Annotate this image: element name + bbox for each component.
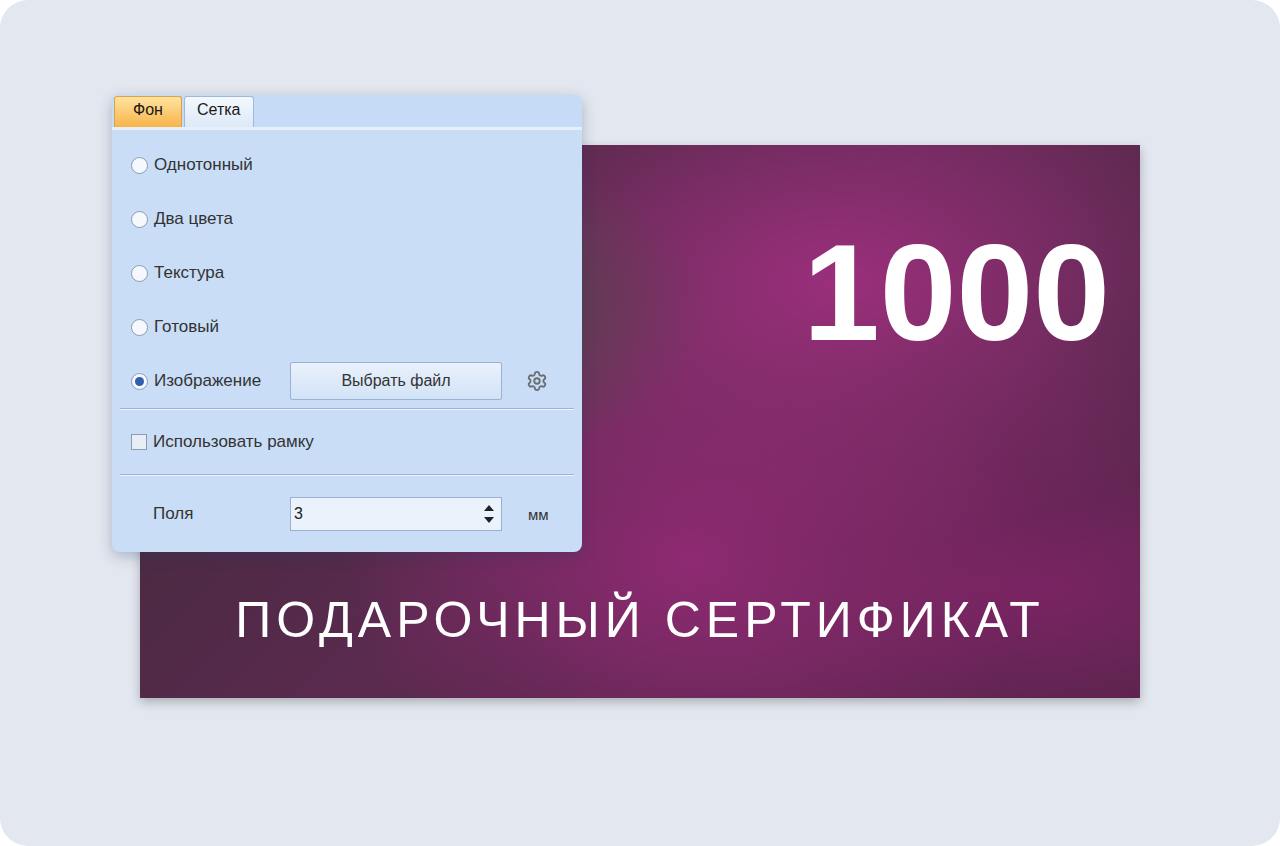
margin-unit: мм <box>528 506 549 523</box>
background-option[interactable]: Изображение Выбрать файл <box>120 354 574 408</box>
option-label: Готовый <box>154 317 219 337</box>
radio-button[interactable] <box>131 157 148 174</box>
certificate-amount: 1000 <box>803 223 1110 361</box>
margin-input[interactable]: 3 <box>290 497 502 531</box>
background-option[interactable]: Текстура <box>120 246 574 300</box>
background-panel: ФонСетка Однотонный Два цвета Текстура Готов… <box>112 95 582 552</box>
frame-checkbox-row[interactable]: Использовать рамку <box>120 410 574 474</box>
background-option[interactable]: Готовый <box>120 300 574 354</box>
spinner-arrows-icon[interactable] <box>483 502 495 526</box>
settings-button[interactable] <box>526 370 548 392</box>
background-option[interactable]: Два цвета <box>120 192 574 246</box>
option-label: Изображение <box>154 371 266 391</box>
checkbox[interactable] <box>131 434 147 450</box>
separator <box>120 474 574 476</box>
option-label: Однотонный <box>154 155 253 175</box>
canvas: 1000ПОДАРОЧНЫЙ СЕРТИФИКАТФонСеткаОднотон… <box>0 0 1280 846</box>
tab[interactable]: Сетка <box>184 96 254 127</box>
choose-file-button[interactable]: Выбрать файл <box>290 362 502 400</box>
radio-button[interactable] <box>131 319 148 336</box>
option-label: Текстура <box>154 263 224 283</box>
radio-button[interactable] <box>131 265 148 282</box>
margin-row: Поля3 мм <box>120 476 574 552</box>
checkbox-label: Использовать рамку <box>153 432 314 452</box>
margin-label: Поля <box>153 504 290 524</box>
certificate-title: ПОДАРОЧНЫЙ СЕРТИФИКАТ <box>235 593 1045 648</box>
gear-icon[interactable] <box>526 370 548 392</box>
background-option[interactable]: Однотонный <box>120 138 574 192</box>
tab[interactable]: Фон <box>114 96 182 127</box>
radio-button[interactable] <box>131 373 148 390</box>
tab-strip: ФонСетка <box>112 95 582 130</box>
option-label: Два цвета <box>154 209 233 229</box>
panel-body: Однотонный Два цвета Текстура Готовый Изобра… <box>112 130 582 552</box>
radio-button[interactable] <box>131 211 148 228</box>
separator <box>120 408 574 410</box>
